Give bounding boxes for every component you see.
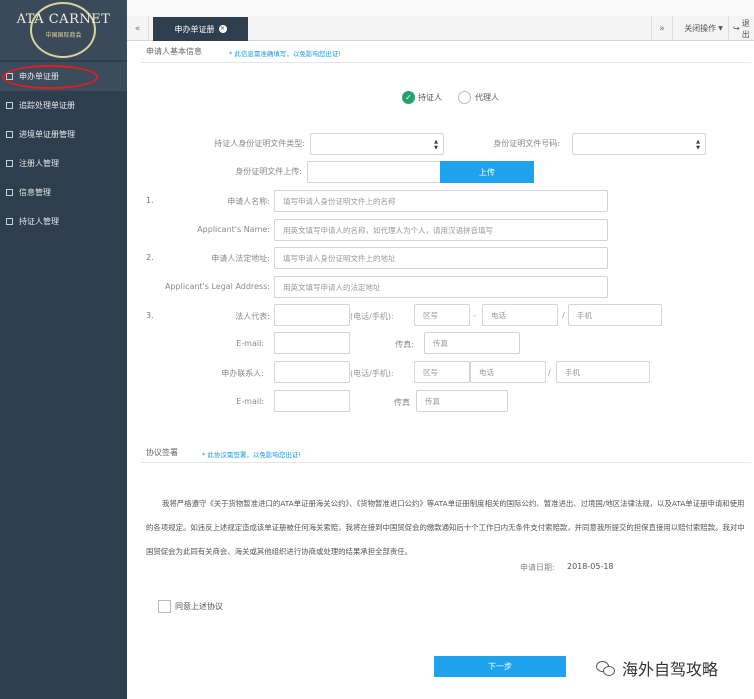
phone-input-1[interactable]: 电话: [482, 304, 558, 326]
applicant-en-name-label: Applicant's Name:: [197, 225, 270, 234]
radio-holder-label: 持证人: [418, 93, 442, 102]
next-step-button[interactable]: 下一步: [434, 656, 566, 677]
select-arrows-icon: ▲ ▼: [434, 139, 438, 151]
contact-label: 申办联系人:: [221, 369, 264, 378]
close-icon[interactable]: ×: [218, 25, 227, 33]
applicant-address-label: 申请人法定地址:: [211, 254, 270, 263]
item-number-1: 1.: [146, 196, 154, 205]
select-arrows-icon: ▲ ▼: [696, 139, 700, 151]
sidebar-item-info[interactable]: 信息管理: [0, 178, 127, 207]
area-code-input-1[interactable]: 区号: [414, 304, 470, 326]
item-number-2: 2.: [146, 253, 154, 262]
tab-apply-carnet[interactable]: 申办单证册 ×: [153, 17, 248, 41]
agreement-note: * 此协议需签署，以免影响您出证!: [202, 451, 301, 459]
upload-label: 身份证明文件上传:: [235, 167, 302, 176]
id-number-label: 身份证明文件号码:: [493, 139, 560, 148]
square-icon: [6, 218, 13, 225]
sidebar-item-holder[interactable]: 持证人管理: [0, 207, 127, 236]
sidebar-item-label: 注册人管理: [19, 159, 59, 168]
contact-input[interactable]: [274, 361, 350, 383]
agree-label: 同意上述协议: [175, 602, 223, 611]
radio-agent-label: 代理人: [475, 93, 499, 102]
sidebar-item-registrant[interactable]: 注册人管理: [0, 149, 127, 178]
id-number-select[interactable]: ▲ ▼: [572, 133, 706, 155]
applicant-name-input[interactable]: 填写申请人身份证明文件上的名称: [274, 190, 608, 212]
fax-label-2: 传真: [394, 398, 410, 407]
sidebar-item-track-carnet[interactable]: 追踪处理单证册: [0, 91, 127, 120]
ata-carnet-logo: ATA CARNET 中国国际商会: [0, 0, 127, 60]
sidebar-item-label: 持证人管理: [19, 217, 59, 226]
watermark-text: 海外自驾攻略: [622, 660, 719, 679]
wechat-icon: [596, 659, 616, 677]
email-input-2[interactable]: [274, 390, 350, 412]
id-type-select[interactable]: ▲ ▼: [310, 133, 444, 155]
phone-input-2[interactable]: 电话: [470, 361, 546, 383]
logout-icon: ↪: [733, 24, 740, 33]
sidebar-item-label: 追踪处理单证册: [19, 101, 75, 110]
application-date-value: 2018-05-18: [567, 562, 614, 571]
logo-text: ATA CARNET: [16, 12, 111, 27]
legal-rep-input[interactable]: [274, 304, 350, 326]
applicant-en-address-label: Applicant's Legal Address:: [164, 282, 270, 291]
logo-subtext: 中国国际商会: [45, 32, 82, 39]
red-highlight-circle: [2, 65, 98, 89]
email-label-1: E-mail:: [236, 339, 264, 348]
agreement-section-title: 协议签署: [146, 448, 178, 457]
fax-input-2[interactable]: 传真: [416, 390, 508, 412]
logout-button[interactable]: ↪ 退出: [733, 16, 754, 41]
logout-label: 退出: [741, 18, 750, 39]
radio-agent[interactable]: [458, 91, 471, 104]
upload-file-input[interactable]: [307, 161, 441, 183]
applicant-section-title: 申请人基本信息: [146, 47, 202, 56]
tab-bar: « 申办单证册 × » 关闭操作 ▼ ↪ 退出: [127, 16, 754, 41]
caret-down-icon: ▼: [718, 25, 723, 32]
section-divider: [140, 62, 750, 63]
double-chevron-right-icon: »: [659, 23, 665, 34]
applicant-en-name-input[interactable]: 用英文填写申请人的名称，如代理人为个人，请用汉语拼音填写: [274, 219, 608, 241]
applicant-name-label: 申请人名称:: [227, 197, 270, 206]
legal-rep-label: 法人代表:: [235, 312, 270, 321]
sidebar-item-label: 进境单证册管理: [19, 130, 75, 139]
agreement-text: 我将严格遵守《关于货物暂准进口的ATA单证册海关公约》、《货物暂准进口公约》等A…: [146, 499, 745, 556]
square-icon: [6, 189, 13, 196]
square-icon: [6, 131, 13, 138]
mobile-input-2[interactable]: 手机: [556, 361, 650, 383]
mobile-input-1[interactable]: 手机: [568, 304, 662, 326]
email-input-1[interactable]: [274, 332, 350, 354]
radio-holder[interactable]: ✓: [402, 91, 415, 104]
tab-scroll-left-button[interactable]: «: [127, 16, 149, 41]
sidebar-item-inbound-carnet[interactable]: 进境单证册管理: [0, 120, 127, 149]
close-operations-menu[interactable]: 关闭操作 ▼: [679, 16, 729, 41]
square-icon: [6, 160, 13, 167]
phone-mobile-label-2: (电话/手机):: [350, 369, 394, 378]
slash-separator-1: /: [562, 311, 565, 320]
agreement-divider: [140, 462, 750, 463]
close-operations-label: 关闭操作: [684, 24, 717, 33]
email-label-2: E-mail:: [236, 397, 264, 406]
agree-checkbox[interactable]: [158, 600, 171, 613]
top-strip: [127, 0, 754, 16]
sidebar-item-label: 信息管理: [19, 188, 51, 197]
tab-scroll-right-button[interactable]: »: [651, 16, 673, 41]
application-date-label: 申请日期:: [520, 563, 555, 572]
item-number-3: 3.: [146, 311, 154, 320]
square-icon: [6, 102, 13, 109]
tab-label: 申办单证册: [174, 24, 215, 34]
sidebar: ATA CARNET 中国国际商会 申办单证册 追踪处理单证册 进境单证册管理 …: [0, 0, 127, 699]
slash-separator-2: /: [548, 368, 551, 377]
dash-separator: -: [473, 311, 476, 320]
upload-button[interactable]: 上传: [440, 161, 534, 183]
area-code-input-2[interactable]: 区号: [414, 361, 470, 383]
applicant-note: * 此信息需准确填写，以免影响您出证!: [229, 50, 341, 58]
applicant-address-input[interactable]: 填写申请人身份证明文件上的地址: [274, 247, 608, 269]
applicant-en-address-input[interactable]: 用英文填写申请人的法定地址: [274, 276, 608, 298]
fax-label-1: 传真:: [395, 340, 414, 349]
watermark: 海外自驾攻略: [596, 656, 718, 680]
fax-input-1[interactable]: 传真: [424, 332, 520, 354]
phone-mobile-label-1: (电话/手机):: [350, 312, 394, 321]
id-type-label: 持证人身份证明文件类型:: [214, 139, 305, 148]
check-icon: ✓: [405, 93, 412, 102]
double-chevron-left-icon: «: [134, 23, 141, 34]
